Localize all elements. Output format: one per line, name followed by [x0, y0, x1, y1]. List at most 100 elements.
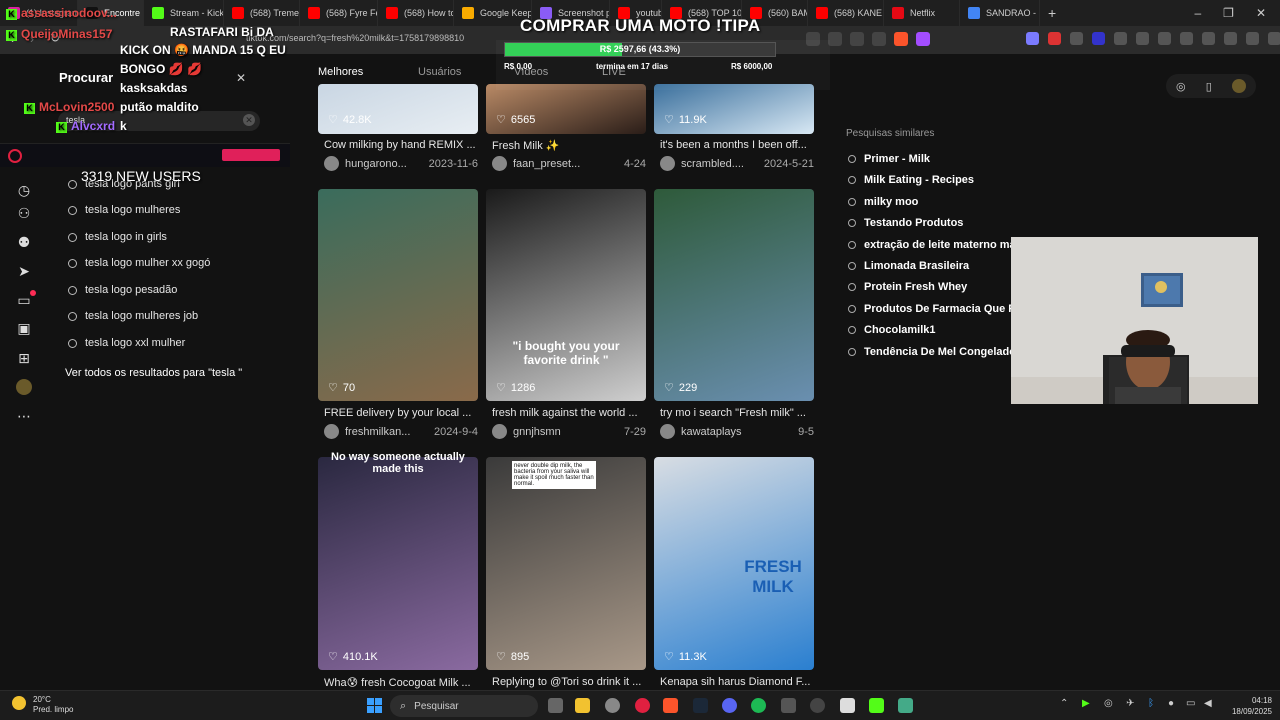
search-suggestion[interactable]: tesla logo mulheres job [68, 310, 198, 322]
weather-widget[interactable]: 20°C Pred. limpo [33, 695, 73, 715]
wallet-icon[interactable] [1246, 32, 1259, 45]
similar-search-item[interactable]: Primer - Milk [848, 153, 930, 165]
video-thumbnail[interactable] [318, 84, 478, 134]
tray-chevron-icon[interactable]: ⌃ [1060, 698, 1068, 709]
volume-icon[interactable]: ◀ [1204, 698, 1212, 709]
minimize-button[interactable]: – [1194, 6, 1201, 20]
new-tab-button[interactable]: + [1040, 5, 1064, 21]
puzzle-icon[interactable] [1136, 32, 1149, 45]
profile-avatar[interactable] [1231, 79, 1246, 93]
search-suggestion[interactable]: tesla logo mulheres [68, 204, 180, 216]
close-window-button[interactable]: ✕ [1256, 6, 1266, 20]
video-thumbnail[interactable] [654, 84, 814, 134]
more-icon[interactable]: ⋯ [16, 408, 32, 424]
browser-tab[interactable]: Netflix [884, 0, 960, 26]
windows-start-icon[interactable] [367, 698, 382, 713]
author-avatar[interactable] [324, 424, 339, 439]
video-thumbnail[interactable] [654, 189, 814, 401]
tab-melhores[interactable]: Melhores [318, 66, 418, 78]
author-name[interactable]: faan_preset... [513, 158, 580, 170]
extension-icon[interactable] [1048, 32, 1061, 45]
similar-search-item[interactable]: Testando Produtos [848, 217, 963, 229]
author-avatar[interactable] [660, 156, 675, 171]
video-caption[interactable]: FREE delivery by your local ... [324, 407, 478, 419]
view-all-results-link[interactable]: Ver todos os resultados para "tesla " [65, 367, 242, 379]
extension-icon[interactable] [1026, 32, 1039, 45]
file-icon[interactable] [840, 698, 855, 713]
kick-icon[interactable] [869, 698, 884, 713]
video-caption[interactable]: Wha😰 fresh Cocogoat Milk ... [324, 676, 478, 689]
profile-add-icon[interactable]: ⚇ [16, 205, 32, 221]
app-icon[interactable] [810, 698, 825, 713]
brave-shield-icon[interactable] [894, 32, 908, 46]
file-explorer-icon[interactable] [575, 698, 590, 713]
similar-search-item[interactable]: Tendência De Mel Congelado [848, 346, 1016, 358]
opera-cta-button[interactable] [222, 149, 280, 161]
opera-gx-icon[interactable] [635, 698, 650, 713]
tray-kick-icon[interactable]: ▶ [1082, 698, 1090, 709]
video-caption[interactable]: Fresh Milk ✨ [492, 139, 646, 152]
tray-icon[interactable]: ✈ [1126, 698, 1134, 709]
author-avatar[interactable] [660, 424, 675, 439]
author-name[interactable]: hungarono... [345, 158, 407, 170]
browser-tab[interactable]: SANDRAO - [960, 0, 1040, 26]
search-suggestion[interactable]: tesla logo xxl mulher [68, 337, 185, 349]
share-icon[interactable] [872, 32, 886, 46]
notepad-icon[interactable] [898, 698, 913, 713]
search-suggestion[interactable]: tesla logo in girls [68, 231, 167, 243]
live-icon[interactable]: ▣ [16, 320, 32, 336]
author-avatar[interactable] [492, 156, 507, 171]
author-name[interactable]: kawataplays [681, 426, 742, 438]
similar-search-item[interactable]: extração de leite materno manual [848, 239, 1038, 251]
brave-icon[interactable] [663, 698, 678, 713]
network-icon[interactable]: ▭ [1186, 698, 1195, 709]
send-icon[interactable]: ➤ [16, 263, 32, 279]
clock-icon[interactable]: ◷ [16, 182, 32, 198]
sidebar-icon[interactable] [1224, 32, 1237, 45]
avatar[interactable] [16, 379, 32, 395]
tray-icon[interactable]: ◎ [1104, 698, 1113, 709]
steam-icon[interactable] [693, 698, 708, 713]
video-thumbnail[interactable] [486, 189, 646, 401]
author-avatar[interactable] [492, 424, 507, 439]
similar-search-item[interactable]: Milk Eating - Recipes [848, 174, 974, 186]
video-caption[interactable]: fresh milk against the world ... [492, 407, 646, 419]
extension-icon[interactable] [1092, 32, 1105, 45]
device-icon[interactable]: ▯ [1206, 80, 1212, 93]
video-caption[interactable]: try mo i search "Fresh milk" ... [660, 407, 814, 419]
bluetooth-icon[interactable]: ᛒ [1148, 698, 1154, 709]
zoom-icon[interactable] [828, 32, 842, 46]
spotify-icon[interactable] [751, 698, 766, 713]
search-suggestion[interactable]: tesla logo pesadão [68, 284, 177, 296]
extension-icon[interactable] [1070, 32, 1083, 45]
chrome-icon[interactable] [605, 698, 620, 713]
author-name[interactable]: freshmilkan... [345, 426, 410, 438]
similar-search-item[interactable]: Chocolamilk1 [848, 324, 936, 336]
app-icon[interactable] [781, 698, 796, 713]
microphone-icon[interactable]: ● [1168, 698, 1174, 709]
taskbar-search[interactable]: ⌕ Pesquisar [390, 695, 538, 717]
video-caption[interactable]: Replying to @Tori so drink it ... [492, 676, 646, 688]
coin-icon[interactable]: ◎ [1176, 80, 1186, 93]
upload-icon[interactable]: ⊞ [16, 350, 32, 366]
download-icon[interactable] [1268, 32, 1280, 45]
video-caption[interactable]: it's been a months I been off... [660, 139, 814, 151]
translate-icon[interactable] [850, 32, 864, 46]
music-icon[interactable] [1202, 32, 1215, 45]
browser-tab[interactable]: (568) KANE E [808, 0, 884, 26]
system-clock[interactable]: 04:18 18/09/2025 [1222, 695, 1272, 717]
extension-icon[interactable] [1158, 32, 1171, 45]
discord-icon[interactable] [722, 698, 737, 713]
extension-icon[interactable] [1180, 32, 1193, 45]
browser-tab[interactable]: (568) How to [378, 0, 454, 26]
friends-icon[interactable]: ⚉ [16, 234, 32, 250]
similar-search-item[interactable]: milky moo [848, 196, 918, 208]
maximize-button[interactable]: ❐ [1223, 6, 1234, 20]
task-view-icon[interactable] [548, 698, 563, 713]
author-name[interactable]: gnnjhsmn [513, 426, 561, 438]
search-suggestion[interactable]: tesla logo mulher xx gogó [68, 257, 210, 269]
extension-icon[interactable] [1114, 32, 1127, 45]
video-thumbnail[interactable] [318, 189, 478, 401]
similar-search-item[interactable]: Protein Fresh Whey [848, 281, 967, 293]
browser-tab[interactable]: (568) Fyre Fe [300, 0, 378, 26]
